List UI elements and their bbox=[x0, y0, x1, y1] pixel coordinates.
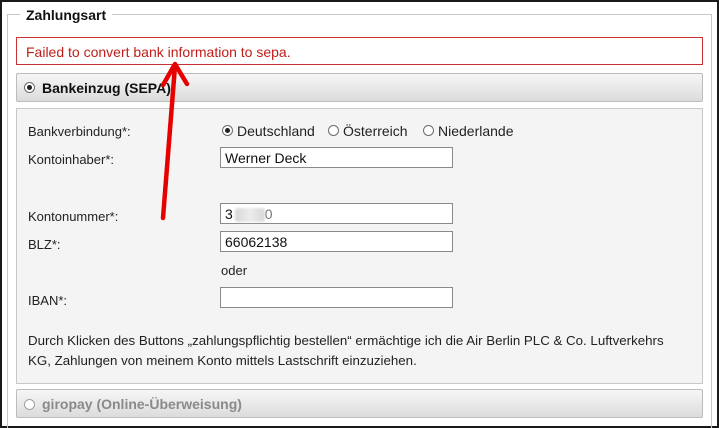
country-label-oesterreich[interactable]: Österreich bbox=[343, 123, 408, 139]
redaction-blur bbox=[234, 208, 265, 223]
account-number-end: 0 bbox=[264, 206, 273, 222]
account-holder-label: Kontoinhaber*: bbox=[28, 152, 115, 167]
account-number-input[interactable]: 30 bbox=[220, 203, 453, 224]
account-holder-input[interactable]: Werner Deck bbox=[220, 147, 453, 168]
error-message-box: Failed to convert bank information to se… bbox=[16, 37, 703, 65]
sepa-radio[interactable] bbox=[24, 82, 35, 93]
giropay-radio[interactable] bbox=[24, 399, 35, 410]
country-label-deutschland[interactable]: Deutschland bbox=[237, 123, 315, 139]
blz-input[interactable]: 66062138 bbox=[220, 231, 453, 252]
blz-label: BLZ*: bbox=[28, 237, 61, 252]
country-radio-niederlande[interactable] bbox=[423, 125, 434, 136]
country-radio-oesterreich[interactable] bbox=[328, 125, 339, 136]
iban-input[interactable] bbox=[220, 287, 453, 308]
sepa-label: Bankeinzug (SEPA) bbox=[42, 80, 171, 96]
payment-option-sepa[interactable]: Bankeinzug (SEPA) bbox=[16, 73, 703, 102]
error-message: Failed to convert bank information to se… bbox=[26, 44, 291, 60]
bank-connection-label: Bankverbindung*: bbox=[28, 124, 131, 139]
country-label-niederlande[interactable]: Niederlande bbox=[438, 123, 514, 139]
iban-label: IBAN*: bbox=[28, 293, 68, 308]
payment-option-giropay[interactable]: giropay (Online-Überweisung) bbox=[16, 389, 703, 418]
country-radio-deutschland[interactable] bbox=[222, 125, 233, 136]
account-number-label: Kontonummer*: bbox=[28, 209, 119, 224]
giropay-label: giropay (Online-Überweisung) bbox=[42, 396, 242, 412]
fieldset-legend: Zahlungsart bbox=[20, 7, 113, 23]
or-text: oder bbox=[221, 263, 248, 278]
sepa-panel: Bankverbindung*: Deutschland Österreich … bbox=[16, 108, 703, 384]
sepa-mandate-notice: Durch Klicken des Buttons „zahlungspflic… bbox=[28, 333, 664, 368]
account-number-start: 3 bbox=[225, 206, 233, 222]
